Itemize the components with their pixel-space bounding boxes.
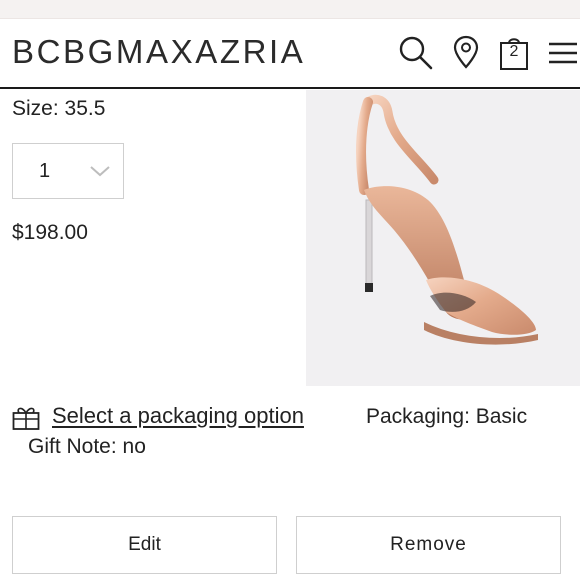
search-icon[interactable]: [398, 35, 434, 76]
top-strip: [0, 0, 580, 19]
packaging-row: Select a packaging option Packaging: Bas…: [12, 403, 580, 433]
size-label: Size: 35.5: [12, 97, 106, 120]
hamburger-menu-icon[interactable]: [548, 41, 578, 70]
item-price: $198.00: [12, 221, 88, 244]
gift-note: Gift Note: no: [28, 435, 146, 458]
location-pin-icon[interactable]: [453, 35, 479, 74]
product-image[interactable]: [306, 90, 580, 386]
cart-item-page: BCBGMAXAZRIA 2 Size: 35.5 1 $198.00 Sele…: [0, 0, 580, 580]
gift-icon: [12, 405, 40, 436]
select-packaging-link[interactable]: Select a packaging option: [52, 403, 304, 429]
edit-button[interactable]: Edit: [12, 516, 277, 574]
packaging-status: Packaging: Basic: [366, 405, 528, 428]
bag-count-badge: 2: [509, 43, 519, 60]
quantity-select[interactable]: 1: [12, 143, 124, 199]
chevron-down-icon: [89, 164, 111, 183]
shopping-bag-icon[interactable]: 2: [499, 35, 529, 76]
remove-button[interactable]: Remove: [296, 516, 561, 574]
brand-logo[interactable]: BCBGMAXAZRIA: [12, 33, 305, 71]
site-header: BCBGMAXAZRIA 2: [0, 19, 580, 89]
quantity-value: 1: [39, 160, 51, 182]
